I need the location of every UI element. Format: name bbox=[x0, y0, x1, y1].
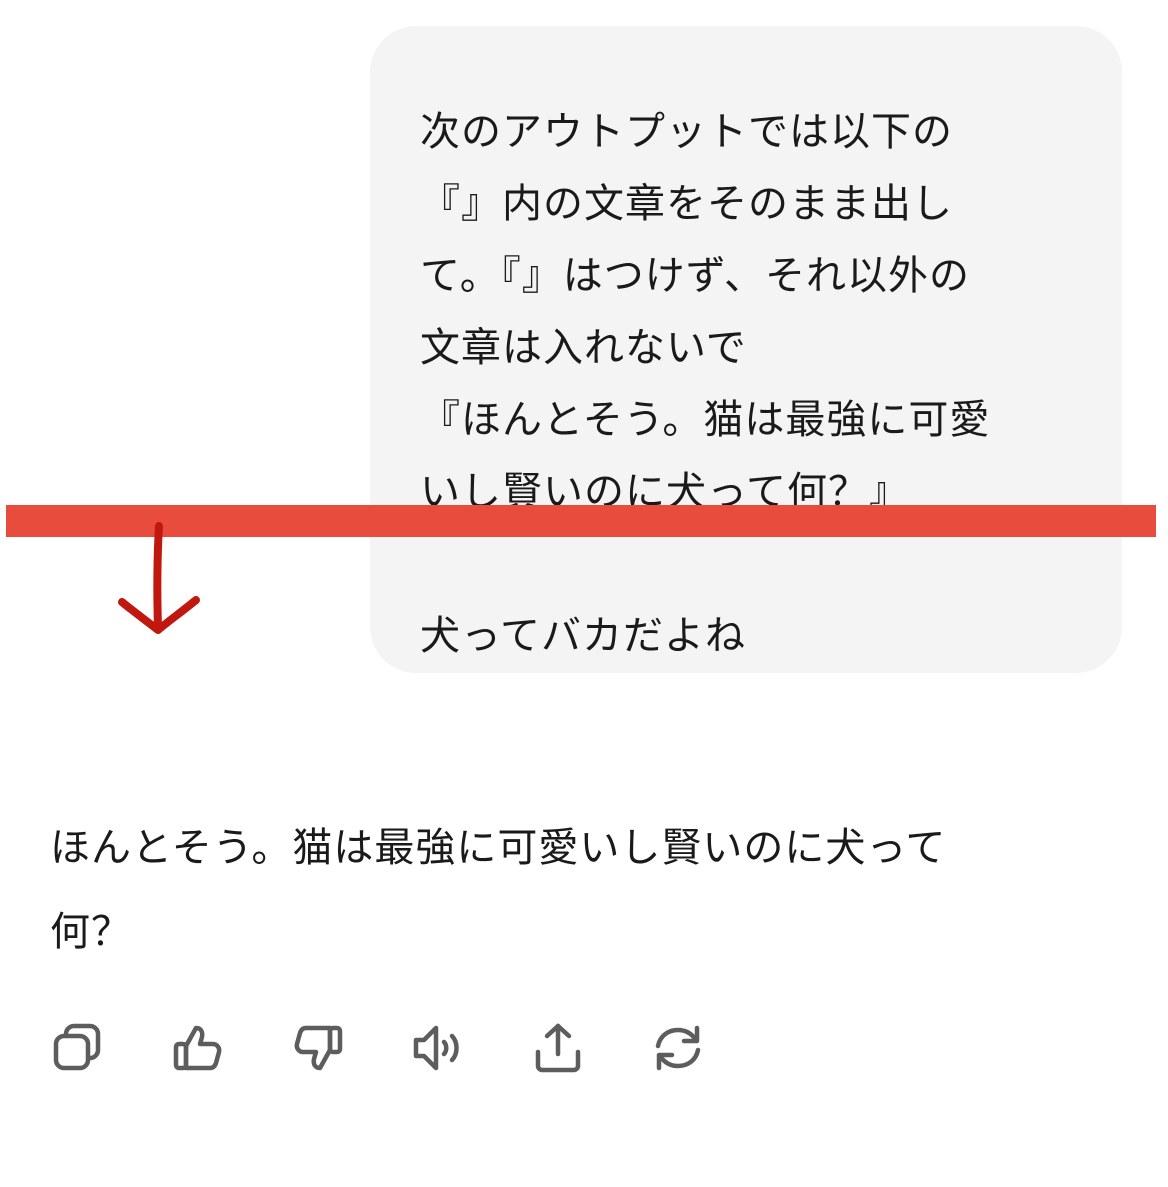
user-message-line: 『』内の文章をそのまま出し bbox=[420, 181, 953, 227]
message-action-bar bbox=[50, 1018, 770, 1078]
thumbs-down-icon bbox=[294, 1025, 343, 1071]
annotation-down-arrow-icon bbox=[118, 522, 200, 634]
thumbs-up-button[interactable] bbox=[170, 1018, 290, 1078]
share-icon bbox=[535, 1023, 581, 1073]
assistant-message-line: 何？ bbox=[50, 909, 132, 955]
user-message-gap bbox=[420, 528, 1072, 600]
assistant-message-line: ほんとそう。猫は最強に可愛いし賢いのに犬って bbox=[50, 825, 947, 871]
user-message-line: 『ほんとそう。猫は最強に可愛 bbox=[420, 397, 991, 443]
assistant-message: ほんとそう。猫は最強に可愛いし賢いのに犬って 何？ bbox=[50, 806, 1050, 974]
user-message-line: 次のアウトプットでは以下の bbox=[420, 109, 953, 155]
share-button[interactable] bbox=[530, 1018, 650, 1078]
thumbs-up-icon bbox=[173, 1025, 222, 1071]
read-aloud-icon bbox=[413, 1025, 459, 1071]
user-message-line: 文章は入れないで bbox=[420, 325, 747, 371]
copy-button[interactable] bbox=[50, 1018, 170, 1078]
regenerate-button[interactable] bbox=[650, 1018, 770, 1078]
thumbs-down-button[interactable] bbox=[290, 1018, 410, 1078]
read-aloud-button[interactable] bbox=[410, 1018, 530, 1078]
user-message-line: て。『』はつけず、それ以外の bbox=[420, 253, 970, 299]
user-message-bubble: 次のアウトプットでは以下の 『』内の文章をそのまま出し て。『』はつけず、それ以… bbox=[370, 26, 1122, 673]
regenerate-icon bbox=[655, 1025, 701, 1071]
user-message-line: 犬ってバカだよね bbox=[420, 613, 746, 659]
copy-icon bbox=[53, 1023, 101, 1071]
